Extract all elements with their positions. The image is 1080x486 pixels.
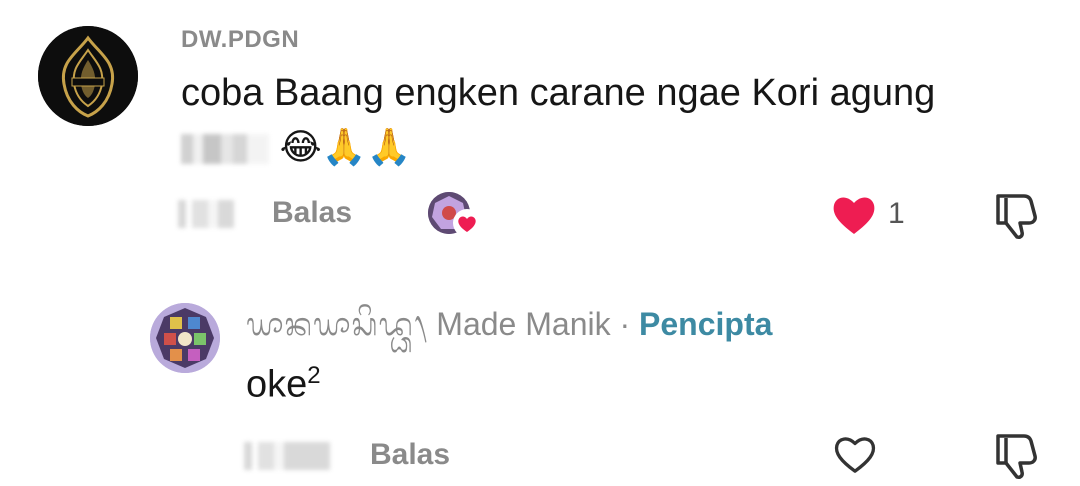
redacted-text bbox=[181, 133, 269, 164]
reply-username-script[interactable]: ᬬᬵᬦᬬᬵᬲᬶᬤ᭄ᬥ᭞ bbox=[246, 305, 427, 343]
reply-username[interactable]: Made Manik bbox=[436, 306, 610, 342]
heart-outline-icon[interactable] bbox=[832, 433, 878, 475]
reply-timestamp bbox=[244, 442, 330, 470]
creator-badge: Pencipta bbox=[639, 306, 773, 342]
like-count: 1 bbox=[888, 197, 905, 230]
comment-body: coba Baang engken carane ngae Kori agung bbox=[181, 72, 936, 114]
comment-username[interactable]: DW.PDGN bbox=[181, 26, 299, 54]
reply-superscript: 2 bbox=[307, 362, 321, 389]
reply-button[interactable]: Balas bbox=[272, 196, 352, 230]
reply-body: oke bbox=[246, 363, 308, 406]
timestamp bbox=[178, 200, 234, 228]
separator: · bbox=[619, 306, 631, 342]
heart-badge-icon bbox=[452, 208, 482, 238]
emoji-group: 😂🙏🙏 bbox=[279, 127, 412, 168]
avatar[interactable] bbox=[38, 26, 138, 126]
reply-reply-button[interactable]: Balas bbox=[370, 438, 450, 472]
thumbs-down-icon[interactable] bbox=[990, 430, 1044, 480]
thumbs-down-icon[interactable] bbox=[990, 190, 1044, 240]
comment-text: coba Baang engken carane ngae Kori agung… bbox=[181, 66, 981, 175]
logo-icon bbox=[38, 26, 138, 126]
heart-icon[interactable] bbox=[830, 192, 878, 236]
reply-text: oke2 bbox=[246, 362, 321, 407]
reply-username-line: ᬬᬵᬦᬬᬵᬲᬶᬤ᭄ᬥ᭞ Made Manik · Pencipta bbox=[246, 302, 772, 359]
reply-avatar[interactable] bbox=[150, 303, 220, 373]
